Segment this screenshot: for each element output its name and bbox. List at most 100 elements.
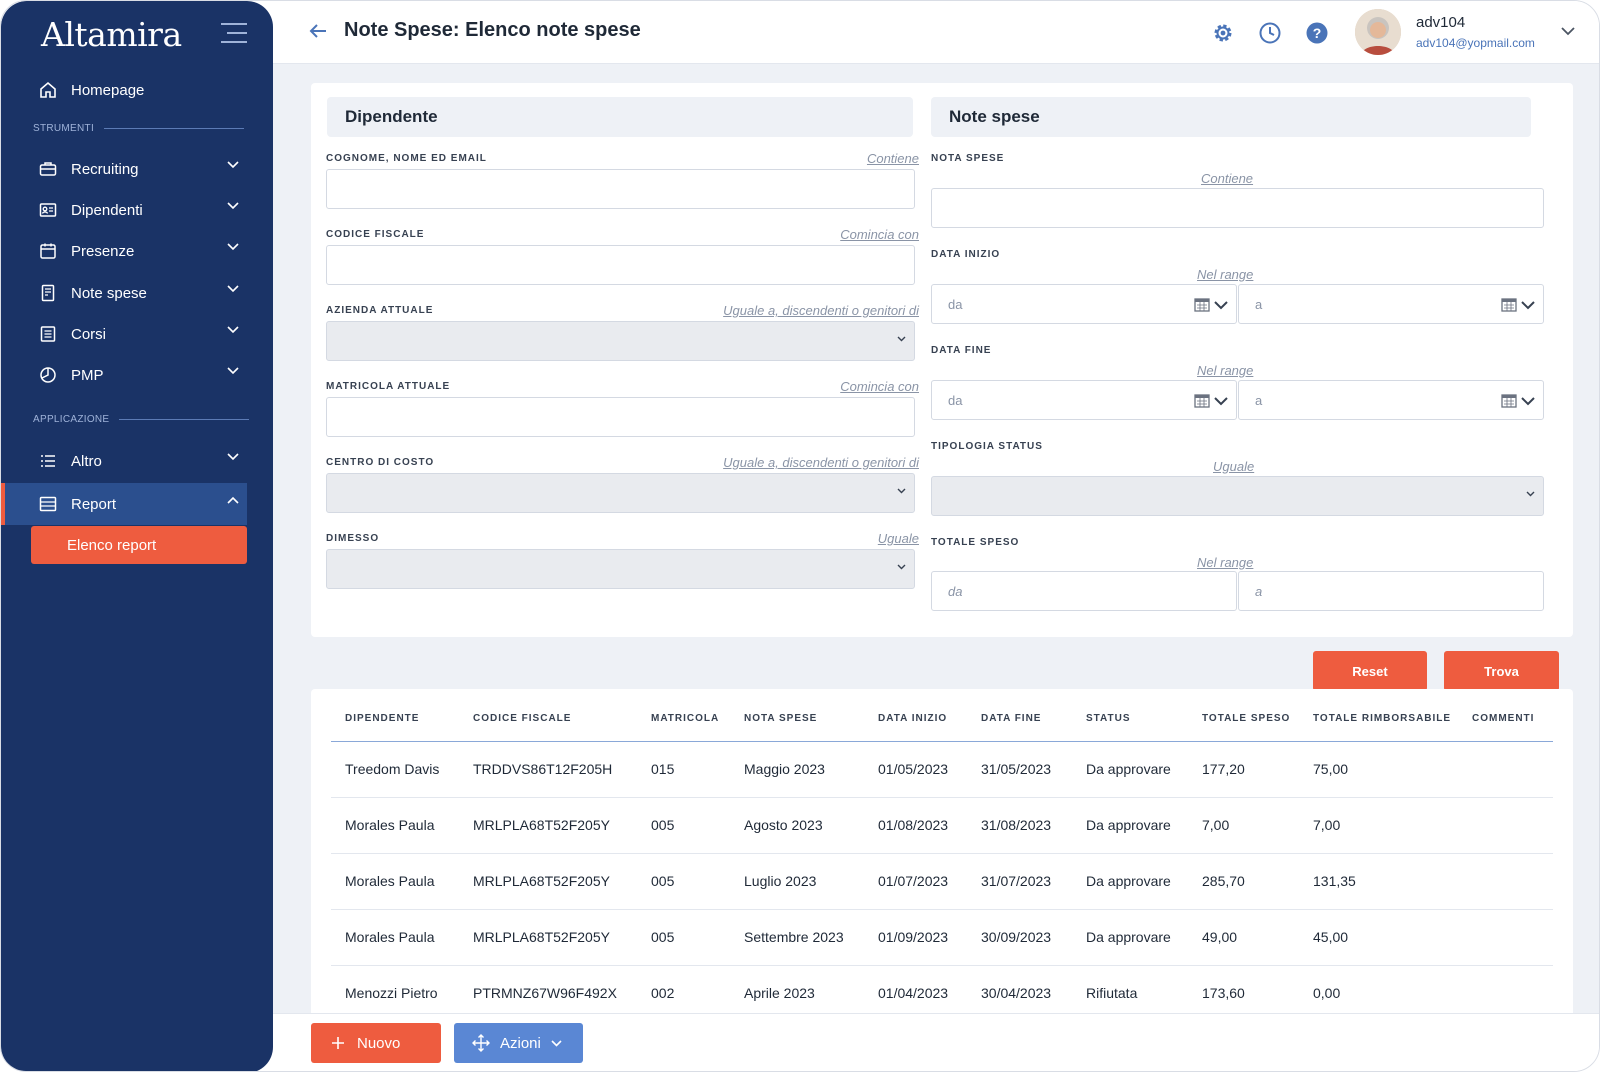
- filter-mode-link[interactable]: Nel range: [1197, 363, 1253, 378]
- back-arrow-icon[interactable]: [309, 23, 327, 39]
- calendar-dropdown-icon[interactable]: [1194, 393, 1230, 409]
- filter-mode-link[interactable]: Contiene: [1201, 171, 1253, 186]
- list-icon: [37, 450, 59, 472]
- filter-mode-link[interactable]: Comincia con: [840, 379, 919, 394]
- cell-matricola: 005: [651, 929, 675, 945]
- sidebar-item-homepage[interactable]: Homepage: [31, 72, 247, 108]
- cell-nota-spese: Agosto 2023: [744, 817, 823, 833]
- filter-mode-link[interactable]: Comincia con: [840, 227, 919, 242]
- data-fine-from-input[interactable]: da: [931, 380, 1237, 420]
- cell-status: Da approvare: [1086, 761, 1171, 777]
- main-content: Dipendente COGNOME, NOME ED EMAIL Contie…: [273, 64, 1599, 1013]
- trova-button[interactable]: Trova: [1444, 651, 1559, 691]
- field-label: AZIENDA ATTUALE: [326, 305, 434, 316]
- nuovo-button[interactable]: Nuovo: [311, 1023, 441, 1063]
- panel-title-note-spese: Note spese: [931, 97, 1531, 137]
- column-header[interactable]: CODICE FISCALE: [473, 713, 571, 724]
- field-label: DIMESSO: [326, 533, 380, 544]
- cell-totale-speso: 177,20: [1202, 761, 1245, 777]
- column-header[interactable]: TOTALE RIMBORSABILE: [1313, 713, 1451, 724]
- azienda-attuale-select[interactable]: [326, 321, 915, 361]
- sidebar-item-note-spese[interactable]: Note spese: [31, 275, 247, 311]
- filter-panel: Dipendente COGNOME, NOME ED EMAIL Contie…: [311, 83, 1573, 637]
- cell-dipendente: Morales Paula: [345, 817, 435, 833]
- section-label-tools: STRUMENTI: [33, 123, 245, 134]
- sidebar-item-corsi[interactable]: Corsi: [31, 316, 247, 352]
- table-row[interactable]: Morales Paula MRLPLA68T52F205Y 005 Sette…: [331, 910, 1553, 966]
- cell-data-inizio: 01/08/2023: [878, 817, 949, 833]
- totale-speso-from-input[interactable]: da: [931, 571, 1237, 611]
- filter-mode-link[interactable]: Nel range: [1197, 267, 1253, 282]
- chevron-down-icon[interactable]: [1561, 27, 1575, 36]
- tipologia-status-select[interactable]: [931, 476, 1544, 516]
- sidebar-item-report[interactable]: Report: [31, 486, 247, 522]
- menu-toggle-icon[interactable]: [221, 23, 247, 43]
- svg-text:?: ?: [1313, 25, 1322, 41]
- sidebar-item-altro[interactable]: Altro: [31, 443, 247, 479]
- avatar[interactable]: [1355, 9, 1401, 55]
- azioni-button[interactable]: Azioni: [454, 1023, 583, 1063]
- clock-icon[interactable]: [1258, 21, 1282, 45]
- cell-data-inizio: 01/05/2023: [878, 761, 949, 777]
- cognome-nome-email-input[interactable]: [326, 169, 915, 209]
- column-header[interactable]: DATA FINE: [981, 713, 1041, 724]
- filter-mode-link[interactable]: Uguale a, discendenti o genitori di: [723, 455, 919, 470]
- data-inizio-to-input[interactable]: a: [1238, 284, 1544, 324]
- user-name: adv104: [1416, 14, 1466, 31]
- field-label: TOTALE SPESO: [931, 537, 1020, 548]
- chevron-down-icon: [551, 1039, 562, 1047]
- data-fine-to-input[interactable]: a: [1238, 380, 1544, 420]
- table-row[interactable]: Menozzi Pietro PTRMNZ67W96F492X 002 Apri…: [331, 966, 1553, 1013]
- centro-di-costo-select[interactable]: [326, 473, 915, 513]
- sidebar-item-label: Recruiting: [71, 160, 139, 178]
- column-header[interactable]: STATUS: [1086, 713, 1131, 724]
- column-header[interactable]: DIPENDENTE: [345, 713, 419, 724]
- gear-icon[interactable]: [1211, 21, 1235, 45]
- calendar-dropdown-icon[interactable]: [1194, 297, 1230, 313]
- calendar-dropdown-icon[interactable]: [1501, 297, 1537, 313]
- cell-nota-spese: Maggio 2023: [744, 761, 825, 777]
- sidebar-item-recruiting[interactable]: Recruiting: [31, 151, 247, 187]
- filter-mode-link[interactable]: Uguale: [878, 531, 919, 546]
- totale-speso-to-input[interactable]: a: [1238, 571, 1544, 611]
- cell-codice-fiscale: MRLPLA68T52F205Y: [473, 817, 610, 833]
- filter-mode-link[interactable]: Uguale a, discendenti o genitori di: [723, 303, 919, 318]
- cell-status: Da approvare: [1086, 929, 1171, 945]
- matricola-attuale-input[interactable]: [326, 397, 915, 437]
- calendar-dropdown-icon[interactable]: [1501, 393, 1537, 409]
- sidebar-subitem-elenco-report[interactable]: Elenco report: [31, 526, 247, 564]
- sidebar-item-label: PMP: [71, 366, 104, 384]
- filter-mode-link[interactable]: Nel range: [1197, 555, 1253, 570]
- table-row[interactable]: Treedom Davis TRDDVS86T12F205H 015 Maggi…: [331, 742, 1553, 798]
- sidebar-item-dipendenti[interactable]: Dipendenti: [31, 192, 247, 228]
- sidebar-item-pmp[interactable]: PMP: [31, 357, 247, 393]
- plus-icon: [332, 1037, 344, 1049]
- cell-nota-spese: Aprile 2023: [744, 985, 815, 1001]
- move-icon: [472, 1034, 490, 1052]
- sidebar-item-label: Altro: [71, 452, 102, 470]
- cell-nota-spese: Luglio 2023: [744, 873, 817, 889]
- column-header[interactable]: MATRICOLA: [651, 713, 719, 724]
- chevron-down-icon: [227, 326, 239, 334]
- cell-codice-fiscale: MRLPLA68T52F205Y: [473, 929, 610, 945]
- filter-mode-link[interactable]: Uguale: [1213, 459, 1254, 474]
- help-icon[interactable]: ?: [1305, 21, 1329, 45]
- reset-button[interactable]: Reset: [1313, 651, 1427, 691]
- cell-totale-rimborsabile: 45,00: [1313, 929, 1349, 945]
- cell-codice-fiscale: TRDDVS86T12F205H: [473, 761, 613, 777]
- table-row[interactable]: Morales Paula MRLPLA68T52F205Y 005 Agost…: [331, 798, 1553, 854]
- data-inizio-from-input[interactable]: da: [931, 284, 1237, 324]
- column-header[interactable]: DATA INIZIO: [878, 713, 947, 724]
- column-header[interactable]: COMMENTI: [1472, 713, 1534, 724]
- column-header[interactable]: NOTA SPESE: [744, 713, 817, 724]
- nota-spese-input[interactable]: [931, 188, 1544, 228]
- dimesso-select[interactable]: [326, 549, 915, 589]
- filter-mode-link[interactable]: Contiene: [867, 151, 919, 166]
- field-label: DATA INIZIO: [931, 249, 1001, 260]
- sidebar-item-presenze[interactable]: Presenze: [31, 233, 247, 269]
- codice-fiscale-input[interactable]: [326, 245, 915, 285]
- column-header[interactable]: TOTALE SPESO: [1202, 713, 1290, 724]
- table-row[interactable]: Morales Paula MRLPLA68T52F205Y 005 Lugli…: [331, 854, 1553, 910]
- azioni-button-label: Azioni: [500, 1034, 541, 1052]
- cell-totale-speso: 285,70: [1202, 873, 1245, 889]
